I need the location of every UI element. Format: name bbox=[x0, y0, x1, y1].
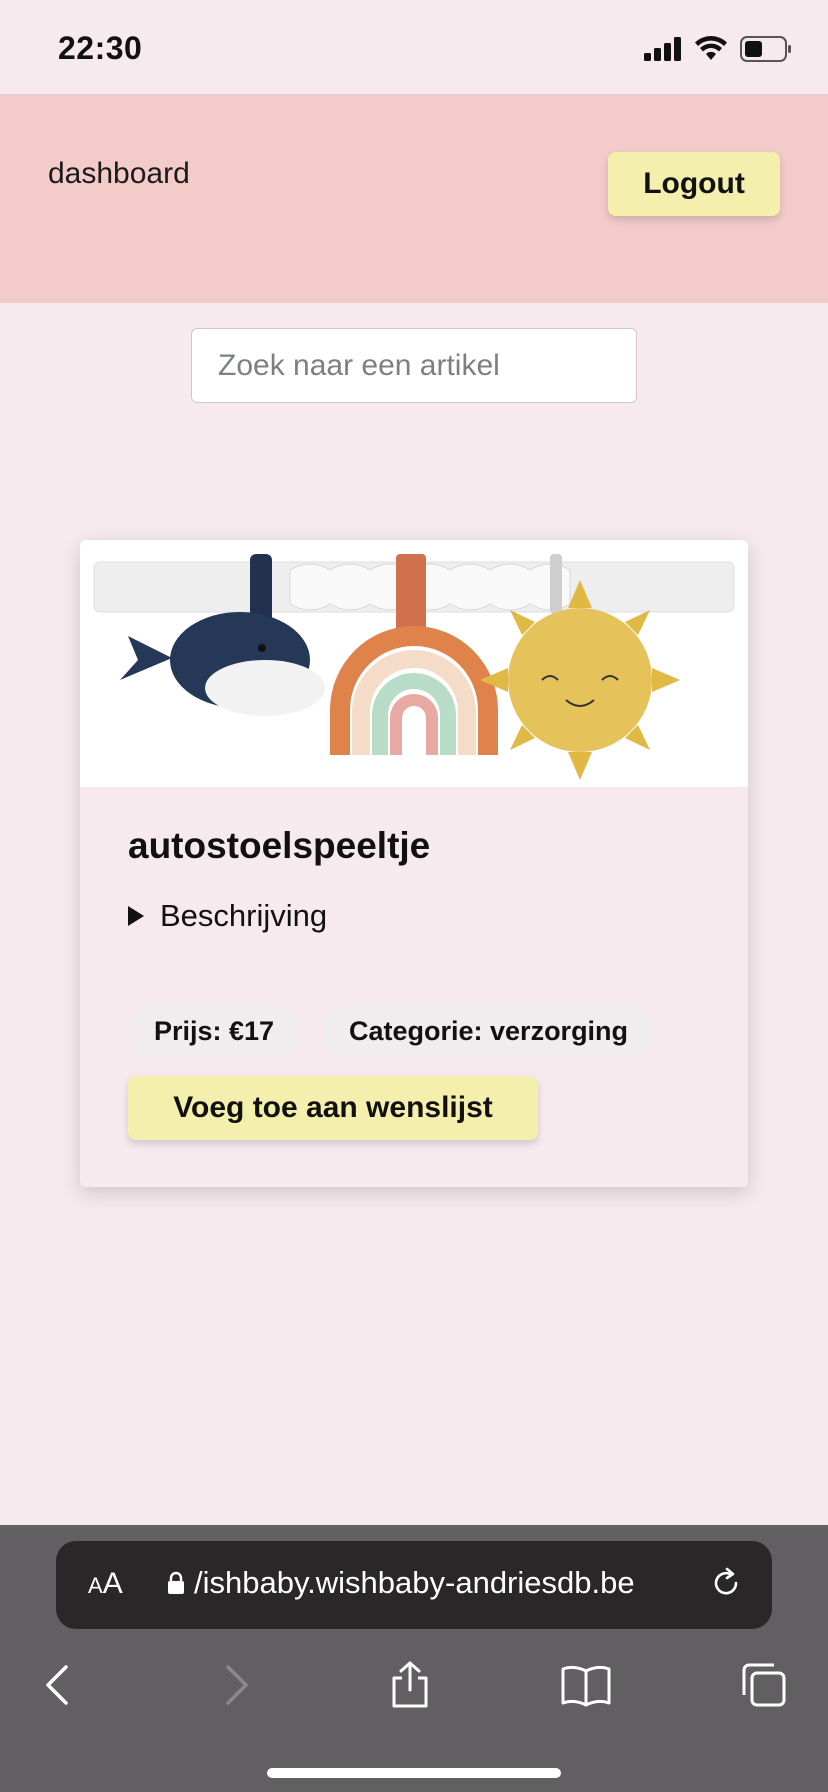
url-text: /ishbaby.wishbaby-andriesdb.be bbox=[194, 1565, 635, 1600]
status-bar: 22:30 bbox=[0, 0, 828, 95]
product-image bbox=[80, 540, 748, 787]
product-title: autostoelspeeltje bbox=[128, 825, 431, 866]
reader-settings-button[interactable]: AA bbox=[88, 1567, 123, 1601]
browser-nav-row bbox=[0, 1655, 828, 1725]
disclosure-triangle-icon bbox=[128, 906, 144, 926]
home-indicator[interactable] bbox=[267, 1768, 561, 1778]
reload-icon[interactable] bbox=[706, 1563, 746, 1603]
dashboard-link[interactable]: dashboard bbox=[48, 157, 190, 191]
url-display[interactable]: /ishbaby.wishbaby-andriesdb.be bbox=[166, 1565, 635, 1601]
add-to-wishlist-button[interactable]: Voeg toe aan wenslijst bbox=[128, 1076, 538, 1140]
status-time: 22:30 bbox=[58, 30, 143, 66]
forward-icon[interactable] bbox=[206, 1655, 266, 1715]
lock-icon bbox=[168, 1571, 184, 1594]
battery-icon bbox=[740, 36, 791, 62]
baby-toy-image bbox=[93, 554, 735, 780]
bookmarks-icon[interactable] bbox=[556, 1655, 616, 1715]
logout-button[interactable]: Logout bbox=[608, 152, 780, 216]
product-card: autostoelspeeltje Beschrijving Prijs: €1… bbox=[80, 540, 748, 1187]
site-header: dashboard Logout bbox=[0, 95, 828, 303]
category-badge: Categorie: verzorging bbox=[323, 1004, 655, 1058]
description-toggle[interactable]: Beschrijving bbox=[128, 898, 327, 934]
browser-toolbar: AA /ishbaby.wishbaby-andriesdb.be bbox=[0, 1525, 828, 1792]
back-icon[interactable] bbox=[28, 1655, 88, 1715]
address-bar[interactable]: AA /ishbaby.wishbaby-andriesdb.be bbox=[56, 1541, 772, 1629]
status-icons bbox=[644, 36, 792, 62]
price-badge: Prijs: €17 bbox=[128, 1004, 301, 1058]
search-input[interactable] bbox=[191, 328, 637, 403]
description-label: Beschrijving bbox=[160, 898, 328, 933]
signal-icon bbox=[644, 37, 681, 61]
wifi-icon bbox=[695, 36, 727, 60]
share-icon[interactable] bbox=[380, 1655, 440, 1715]
tabs-icon[interactable] bbox=[734, 1655, 794, 1715]
